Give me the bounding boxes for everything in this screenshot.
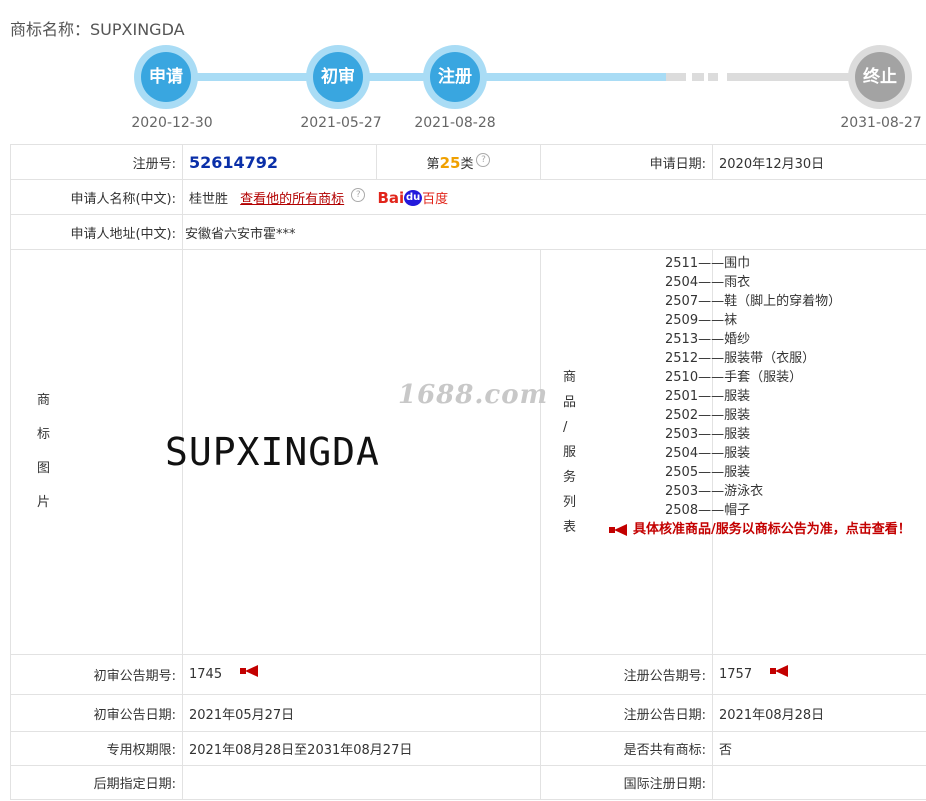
list-item: 2511——围巾	[665, 256, 751, 271]
reg-pub-no-cell: 1757	[712, 654, 926, 695]
list-item: 2501——服装	[665, 389, 751, 404]
reg-pub-date-value: 2021年08月28日	[712, 694, 926, 732]
shared-value: 否	[712, 731, 926, 766]
table-row: 申请人名称(中文): 桂世胜 查看他的所有商标 ? Bai du 百度	[10, 179, 926, 215]
table-row: 专用权期限: 2021年08月28日至2031年08月27日 是否共有商标: 否	[10, 731, 926, 766]
view-all-trademarks-link[interactable]: 查看他的所有商标	[240, 192, 344, 207]
timeline-dash	[692, 73, 704, 81]
applicant-name: 桂世胜	[189, 191, 229, 207]
prelim-date-label: 初审公告日期:	[10, 694, 183, 732]
step-end: 终止	[848, 45, 912, 109]
list-item: 2502——服装	[665, 408, 751, 423]
step-apply-label: 申请	[141, 52, 191, 102]
table-row: 商 标 图 片 1688.com SUPXINGDA 商 品 / 服 务 列 表…	[10, 249, 926, 655]
goods-notice-link[interactable]: 具体核准商品/服务以商标公告为准，点击查看！	[609, 518, 911, 537]
step-end-label: 终止	[855, 52, 905, 102]
exclusive-label: 专用权期限:	[10, 731, 183, 766]
image-label-char: 标	[37, 427, 51, 442]
prelim-no-label: 初审公告期号:	[10, 654, 183, 695]
step-register-label: 注册	[430, 52, 480, 102]
table-row: 后期指定日期: 国际注册日期:	[10, 765, 926, 800]
step-end-date: 2031-08-27	[840, 115, 922, 131]
baidu-search-link[interactable]: Bai du 百度	[377, 189, 448, 207]
step-prelim: 初审	[306, 45, 370, 109]
list-item: 2505——服装	[665, 465, 751, 480]
list-item: 2509——袜	[665, 313, 738, 328]
intl-date-value	[712, 765, 926, 800]
reg-pub-date-label: 注册公告日期:	[540, 694, 713, 732]
image-label-char: 片	[37, 495, 51, 510]
step-apply-date: 2020-12-30	[131, 115, 213, 131]
class-number: 25	[439, 153, 461, 172]
step-prelim-date: 2021-05-27	[300, 115, 382, 131]
reg-pub-no-value: 1757	[719, 667, 753, 682]
prelim-date-value: 2021年05月27日	[182, 694, 541, 732]
megaphone-icon	[609, 524, 629, 536]
address-label: 申请人地址(中文):	[10, 214, 183, 250]
reg-no-cell: 52614792	[182, 144, 377, 180]
step-prelim-label: 初审	[313, 52, 363, 102]
list-item: 2510——手套（服装）	[665, 370, 803, 385]
table-row: 初审公告日期: 2021年05月27日 注册公告日期: 2021年08月28日	[10, 694, 926, 732]
exclusive-value: 2021年08月28日至2031年08月27日	[182, 731, 541, 766]
applicant-cell: 桂世胜 查看他的所有商标 ? Bai du 百度	[182, 179, 926, 215]
shared-label: 是否共有商标:	[540, 731, 713, 766]
help-icon[interactable]: ?	[351, 187, 366, 202]
class-prefix: 第	[426, 156, 440, 172]
list-item: 2504——雨衣	[665, 275, 751, 290]
table-row: 申请人地址(中文): 安徽省六安市霍***	[10, 214, 926, 250]
baidu-cn-text: 百度	[422, 191, 449, 207]
trademark-info-table: 注册号: 52614792 第25类? 申请日期: 2020年12月30日 申请…	[10, 144, 926, 800]
help-icon[interactable]: ?	[476, 152, 491, 167]
apply-date-value: 2020年12月30日	[712, 144, 926, 180]
later-date-value	[182, 765, 541, 800]
baidu-bai-text: Bai	[377, 188, 405, 207]
table-row: 注册号: 52614792 第25类? 申请日期: 2020年12月30日	[10, 144, 926, 180]
trademark-image: 1688.com SUPXINGDA	[165, 249, 547, 655]
list-item: 2507——鞋（脚上的穿着物）	[665, 294, 842, 309]
page-title: 商标名称：SUPXINGDA	[10, 16, 185, 40]
trademark-name: SUPXINGDA	[90, 20, 185, 39]
megaphone-icon[interactable]	[770, 665, 790, 677]
class-cell: 第25类?	[376, 144, 541, 180]
list-item: 2513——婚纱	[665, 332, 751, 347]
reg-no-label: 注册号:	[10, 144, 183, 180]
list-item: 2503——游泳衣	[665, 484, 764, 499]
apply-date-label: 申请日期:	[540, 144, 713, 180]
step-register: 注册	[423, 45, 487, 109]
reg-no-value: 52614792	[189, 152, 279, 172]
reg-pub-no-label: 注册公告期号:	[540, 654, 713, 695]
address-value: 安徽省六安市霍***	[182, 214, 926, 250]
goods-list: 2511——围巾 2504——雨衣 2507——鞋（脚上的穿着物） 2509——…	[609, 249, 926, 655]
list-item: 2508——帽子	[665, 503, 751, 518]
watermark: 1688.com	[398, 380, 549, 410]
list-item: 2504——服装	[665, 446, 751, 461]
timeline-dash	[666, 73, 686, 81]
list-item: 2503——服装	[665, 427, 751, 442]
step-register-date: 2021-08-28	[414, 115, 496, 131]
applicant-label: 申请人名称(中文):	[10, 179, 183, 215]
baidu-paw-icon: du	[404, 190, 423, 206]
intl-date-label: 国际注册日期:	[540, 765, 713, 800]
list-item: 2512——服装带（衣服）	[665, 351, 816, 366]
prelim-no-value: 1745	[189, 667, 223, 682]
megaphone-icon[interactable]	[240, 665, 260, 677]
prelim-no-cell: 1745	[182, 654, 541, 695]
timeline-dash	[708, 73, 718, 81]
title-label: 商标名称：	[10, 20, 91, 39]
image-label-char: 商	[37, 393, 51, 408]
step-apply: 申请	[134, 45, 198, 109]
timeline-progress-bar	[166, 73, 666, 81]
image-label: 商 标 图 片	[10, 249, 183, 655]
later-date-label: 后期指定日期:	[10, 765, 183, 800]
image-label-char: 图	[37, 461, 51, 476]
table-row: 初审公告期号: 1745 注册公告期号: 1757	[10, 654, 926, 695]
trademark-mark-text: SUPXINGDA	[165, 430, 380, 474]
class-suffix: 类	[460, 156, 474, 172]
